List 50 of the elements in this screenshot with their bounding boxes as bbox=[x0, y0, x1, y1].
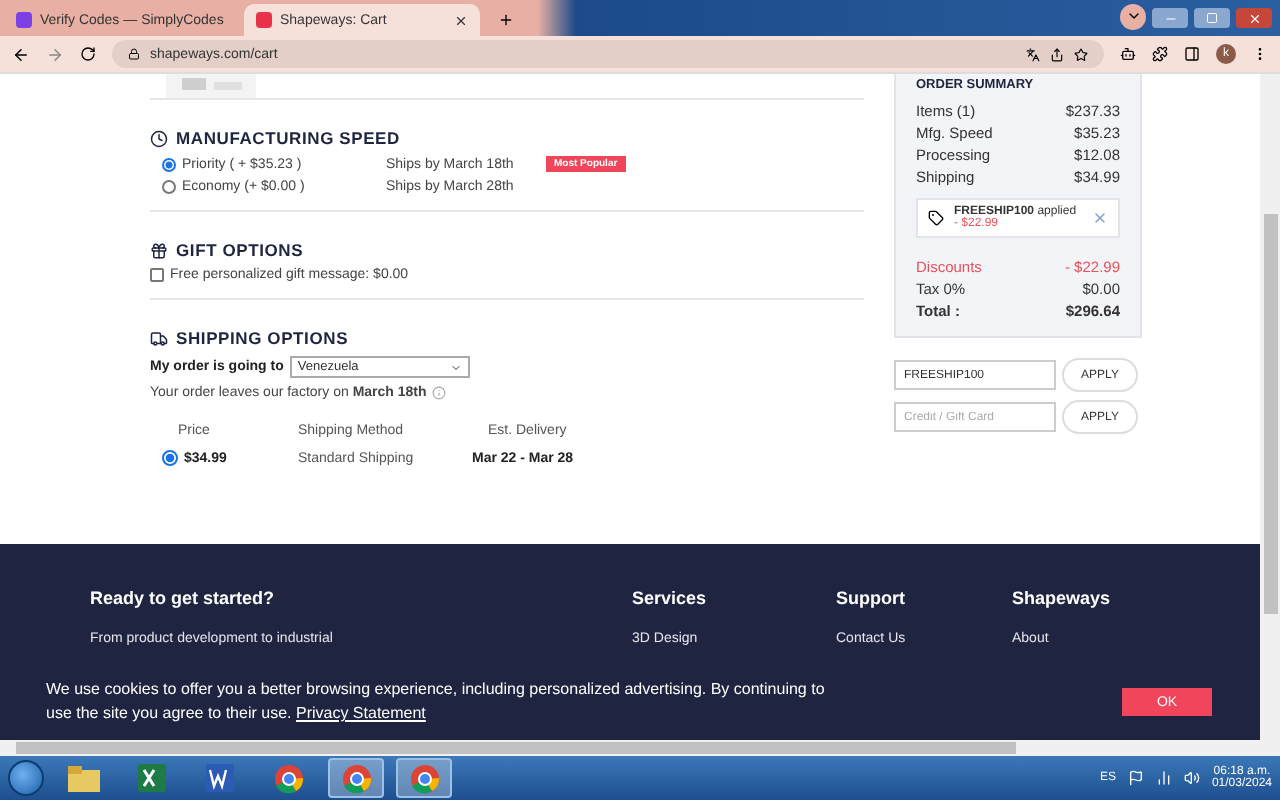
taskbar-app[interactable] bbox=[328, 758, 384, 798]
footer-heading: Shapeways bbox=[1012, 588, 1113, 608]
footer-heading: Ready to get started? bbox=[90, 588, 277, 608]
lock-icon bbox=[128, 48, 140, 60]
puzzle-icon[interactable] bbox=[1152, 46, 1168, 62]
footer-heading: Services bbox=[632, 588, 709, 608]
radio-button[interactable] bbox=[162, 157, 176, 171]
reload-icon[interactable] bbox=[80, 46, 96, 62]
section-heading: SHIPPING OPTIONS bbox=[176, 328, 349, 348]
footer-heading: Support bbox=[836, 588, 907, 608]
back-icon[interactable] bbox=[12, 45, 30, 63]
truck-icon bbox=[150, 329, 168, 347]
side-panel-icon[interactable] bbox=[1184, 46, 1200, 62]
checkbox[interactable] bbox=[150, 268, 164, 282]
share-icon[interactable] bbox=[1050, 47, 1064, 61]
translate-icon[interactable] bbox=[1026, 47, 1040, 61]
volume-icon[interactable] bbox=[1183, 770, 1200, 786]
privacy-link[interactable]: Privacy Statement bbox=[295, 704, 426, 722]
radio-button[interactable] bbox=[162, 180, 176, 194]
star-icon[interactable] bbox=[1074, 47, 1088, 61]
section-heading: MANUFACTURING SPEED bbox=[176, 128, 400, 148]
spreadsheet-icon bbox=[138, 764, 166, 792]
close-button[interactable] bbox=[1236, 8, 1272, 28]
flag-icon[interactable] bbox=[1127, 770, 1144, 786]
signal-icon[interactable] bbox=[1155, 770, 1172, 786]
maximize-icon bbox=[1206, 12, 1218, 24]
start-button[interactable] bbox=[8, 760, 44, 796]
close-icon[interactable] bbox=[454, 13, 468, 27]
close-icon bbox=[1247, 11, 1261, 25]
plus-icon bbox=[497, 11, 513, 27]
maximize-button[interactable] bbox=[1194, 8, 1230, 28]
site-icon bbox=[256, 12, 272, 28]
browser-icon bbox=[341, 763, 371, 793]
browser-icon bbox=[409, 763, 439, 793]
chevron-down-icon bbox=[1125, 8, 1141, 24]
robot-icon[interactable] bbox=[1120, 46, 1136, 62]
radio-button[interactable] bbox=[162, 450, 178, 466]
clock-icon bbox=[150, 129, 168, 147]
browser-icon bbox=[273, 763, 303, 793]
gift-icon bbox=[150, 241, 168, 259]
document-icon bbox=[206, 764, 234, 792]
section-heading: GIFT OPTIONS bbox=[176, 240, 304, 260]
site-icon bbox=[16, 12, 32, 28]
folder-icon bbox=[68, 765, 100, 791]
tab-search-button[interactable] bbox=[1120, 3, 1146, 29]
taskbar-app[interactable] bbox=[396, 758, 452, 798]
cookie-message: We use cookies to offer you a better browsing experience, including personalized advertising. By continuing to use the site you agree to their use. Privacy Statement bbox=[46, 678, 827, 726]
tag-icon bbox=[928, 210, 944, 226]
chevron-down-icon bbox=[449, 361, 462, 373]
forward-icon[interactable] bbox=[46, 45, 64, 63]
